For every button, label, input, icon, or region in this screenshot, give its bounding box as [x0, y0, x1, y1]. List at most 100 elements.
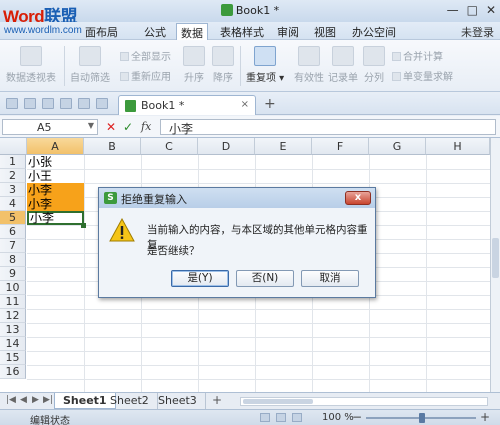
print-icon[interactable] [60, 98, 72, 109]
horizontal-scrollbar[interactable] [240, 397, 488, 406]
menu-review[interactable]: 审阅 [274, 24, 302, 40]
column-header-c[interactable]: C [141, 138, 198, 155]
column-header-e[interactable]: E [255, 138, 312, 155]
row-header[interactable]: 14 [0, 337, 26, 351]
chevron-down-icon[interactable]: ▼ [88, 121, 94, 130]
show-all-button[interactable]: 全部显示 [120, 48, 171, 63]
row-header[interactable]: 1 [0, 155, 26, 169]
row-header[interactable]: 16 [0, 365, 26, 379]
column-header-h[interactable]: H [426, 138, 490, 155]
insert-function-icon[interactable]: fx [141, 120, 151, 133]
duplicates-button[interactable]: 重复项 ▾ [246, 46, 284, 84]
pivot-table-button[interactable]: 数据透视表 [6, 46, 56, 84]
zoom-level[interactable]: 100 % [322, 412, 354, 423]
login-status[interactable]: 未登录 [461, 24, 494, 40]
cell-a1[interactable]: 小张 [27, 155, 84, 169]
row-header[interactable]: 9 [0, 267, 26, 281]
save-icon[interactable] [42, 98, 54, 109]
row-header[interactable]: 4 [0, 197, 26, 211]
page-layout-view-icon[interactable] [292, 413, 302, 422]
column-header-a[interactable]: A [27, 138, 84, 155]
close-window-button[interactable]: ✕ [486, 3, 496, 17]
last-sheet-icon[interactable]: ▶| [43, 395, 53, 405]
text-to-columns-button[interactable]: 分列 [363, 46, 385, 84]
sort-descending-button[interactable]: 降序 [212, 46, 234, 84]
new-file-icon[interactable] [6, 98, 18, 109]
row-header[interactable]: 11 [0, 295, 26, 309]
gridline [27, 351, 490, 352]
row-header[interactable]: 15 [0, 351, 26, 365]
view-mode-icons [260, 413, 302, 422]
row-header[interactable]: 12 [0, 309, 26, 323]
zoom-slider-thumb[interactable] [419, 413, 425, 423]
undo-icon[interactable] [78, 98, 90, 109]
vertical-scrollbar[interactable] [490, 138, 500, 392]
normal-view-icon[interactable] [260, 413, 270, 422]
dialog-close-button[interactable]: x [345, 191, 371, 205]
page-break-view-icon[interactable] [276, 413, 286, 422]
menu-formulas[interactable]: 公式 [141, 24, 169, 40]
horizontal-scroll-thumb[interactable] [243, 399, 313, 404]
minimize-button[interactable]: — [447, 3, 459, 17]
yes-button[interactable]: 是(Y) [171, 270, 229, 287]
autofilter-button[interactable]: 自动筛选 [70, 46, 110, 84]
cancel-button[interactable]: 取消 [301, 270, 359, 287]
row-header[interactable]: 3 [0, 183, 26, 197]
sort-ascending-button[interactable]: 升序 [183, 46, 205, 84]
row-header[interactable]: 2 [0, 169, 26, 183]
row-header[interactable]: 10 [0, 281, 26, 295]
zoom-out-button[interactable]: − [352, 410, 362, 424]
row-header[interactable]: 5 [0, 211, 26, 225]
row-header[interactable]: 7 [0, 239, 26, 253]
record-form-button[interactable]: 记录单 [328, 46, 358, 84]
spreadsheet-file-icon [125, 100, 136, 112]
validity-button[interactable]: 有效性 [294, 46, 324, 84]
row-header[interactable]: 13 [0, 323, 26, 337]
name-box[interactable]: A5 ▼ [2, 119, 98, 135]
window-controls: — □ ✕ [447, 3, 496, 17]
vertical-scroll-thumb[interactable] [492, 238, 499, 278]
goal-seek-button[interactable]: 单变量求解 [392, 68, 453, 83]
fill-handle[interactable] [81, 223, 86, 228]
column-header-d[interactable]: D [198, 138, 255, 155]
menu-data[interactable]: 数据 [176, 23, 208, 40]
no-button[interactable]: 否(N) [236, 270, 294, 287]
menu-view[interactable]: 视图 [311, 24, 339, 40]
cell-a4-duplicate[interactable]: 小李 [27, 197, 84, 211]
zoom-in-button[interactable]: + [480, 410, 490, 424]
first-sheet-icon[interactable]: |◀ [6, 395, 16, 405]
new-tab-button[interactable]: + [264, 96, 276, 112]
sheet-tab-sheet3[interactable]: Sheet3 [150, 393, 206, 409]
redo-icon[interactable] [96, 98, 108, 109]
column-header-g[interactable]: G [369, 138, 426, 155]
column-header-b[interactable]: B [84, 138, 141, 155]
reapply-icon [120, 72, 129, 81]
row-header[interactable]: 8 [0, 253, 26, 267]
row-header[interactable]: 6 [0, 225, 26, 239]
cell-a5-active[interactable]: 小李 [27, 211, 84, 225]
cell-a2[interactable]: 小王 [27, 169, 84, 183]
dialog-question: 是否继续？ [147, 245, 200, 257]
cancel-entry-icon[interactable]: ✕ [106, 120, 116, 134]
funnel-icon [79, 46, 101, 66]
formula-input[interactable]: 小李 [160, 119, 496, 136]
menu-table-style[interactable]: 表格样式 [217, 24, 267, 40]
consolidate-button[interactable]: 合并计算 [392, 48, 443, 63]
menu-office-space[interactable]: 办公空间 [349, 24, 399, 40]
open-file-icon[interactable] [24, 98, 36, 109]
reject-duplicate-dialog: S 拒绝重复输入 x 当前输入的内容，与本区域的其他单元格内容重复。 是否继续？… [98, 187, 376, 298]
prev-sheet-icon[interactable]: ◀ [20, 395, 27, 405]
warning-icon [109, 218, 135, 242]
add-sheet-button[interactable]: + [212, 393, 222, 407]
title-bar: Word联盟 Book1 * — □ ✕ [0, 0, 500, 26]
cell-a3-duplicate[interactable]: 小李 [27, 183, 84, 197]
menu-page-layout[interactable]: 面布局 [82, 24, 121, 40]
confirm-entry-icon[interactable]: ✓ [123, 120, 133, 134]
next-sheet-icon[interactable]: ▶ [32, 395, 39, 405]
close-tab-icon[interactable]: × [241, 99, 249, 110]
column-header-f[interactable]: F [312, 138, 369, 155]
maximize-button[interactable]: □ [467, 3, 478, 17]
reapply-button[interactable]: 重新应用 [120, 68, 171, 83]
document-tab[interactable]: Book1 * × [118, 95, 256, 115]
select-all-corner[interactable] [0, 138, 27, 155]
